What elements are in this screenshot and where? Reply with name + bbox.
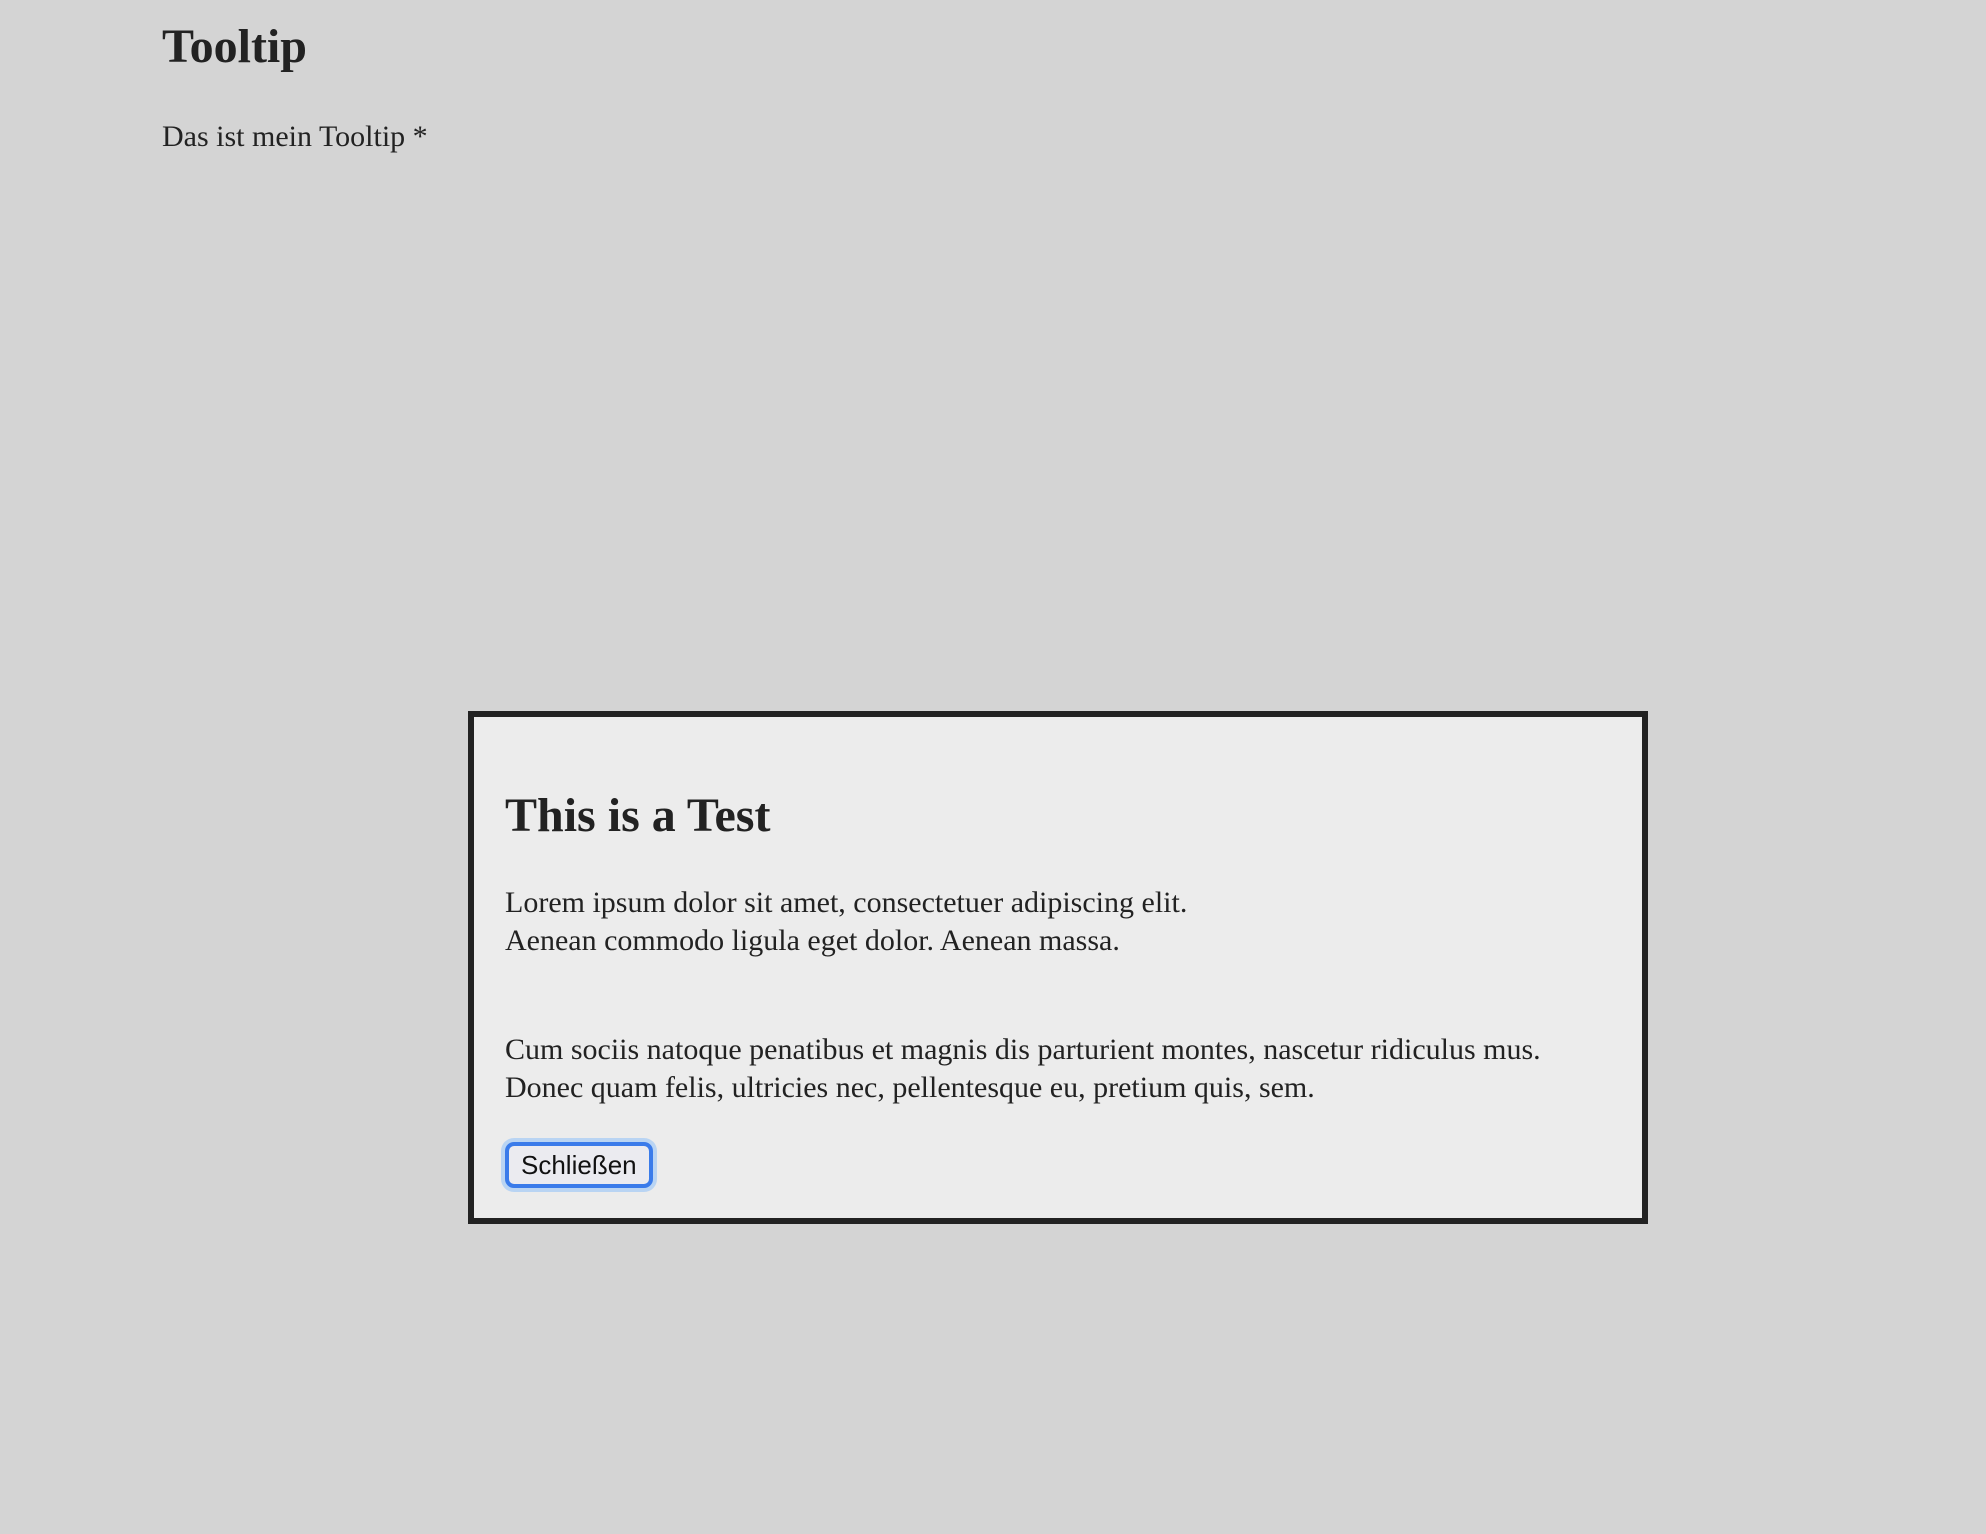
close-button[interactable]: Schließen bbox=[505, 1142, 653, 1188]
modal-dialog: This is a Test Lorem ipsum dolor sit ame… bbox=[468, 711, 1648, 1224]
dialog-paragraph-2: Cum sociis natoque penatibus et magnis d… bbox=[505, 1031, 1541, 1107]
dialog-heading: This is a Test bbox=[505, 789, 771, 842]
paragraph-line: Donec quam felis, ultricies nec, pellent… bbox=[505, 1071, 1315, 1104]
paragraph-line: Lorem ipsum dolor sit amet, consectetuer… bbox=[505, 886, 1188, 919]
paragraph-line: Aenean commodo ligula eget dolor. Aenean… bbox=[505, 924, 1120, 957]
tooltip-trigger-text[interactable]: Das ist mein Tooltip * bbox=[162, 118, 428, 156]
dialog-paragraph-1: Lorem ipsum dolor sit amet, consectetuer… bbox=[505, 884, 1187, 960]
page-title: Tooltip bbox=[162, 20, 307, 73]
paragraph-line: Cum sociis natoque penatibus et magnis d… bbox=[505, 1033, 1541, 1066]
